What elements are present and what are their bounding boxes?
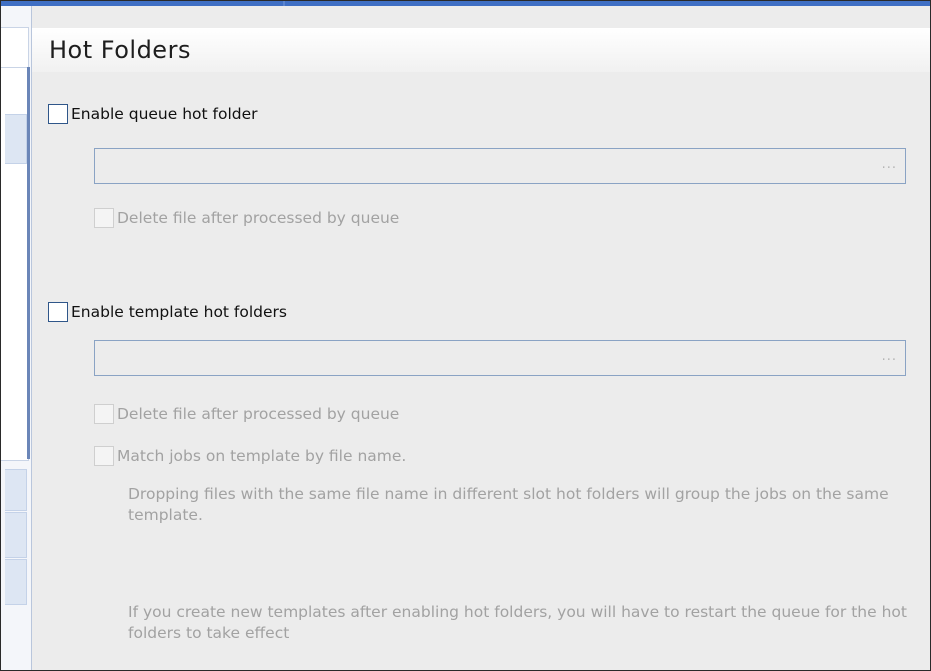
nav-tab[interactable] [5,469,27,511]
nav-tab[interactable] [5,114,27,164]
nav-item[interactable] [1,27,29,69]
template-delete-after-label[interactable]: Delete file after processed by queue [117,405,399,423]
queue-hot-folder-browse-button[interactable]: ... [882,157,897,172]
restart-queue-note: If you create new templates after enabli… [128,603,907,642]
queue-hot-folder-path-field[interactable]: ... [94,148,906,184]
left-navigation-panel [1,6,32,670]
window-frame: Hot Folders Enable queue hot folder ... … [0,0,931,671]
queue-delete-after-row[interactable]: Delete file after processed by queue [94,208,399,228]
match-by-name-row[interactable]: Match jobs on template by file name. [94,446,406,466]
enable-template-hot-folders-checkbox[interactable] [48,302,68,322]
match-by-name-label[interactable]: Match jobs on template by file name. [117,447,406,465]
enable-queue-hot-folder-label[interactable]: Enable queue hot folder [71,105,258,123]
page-title: Hot Folders [49,36,191,64]
nav-tab[interactable] [5,559,27,605]
match-by-name-checkbox[interactable] [94,446,114,466]
enable-queue-hot-folder-row[interactable]: Enable queue hot folder [48,104,258,124]
queue-delete-after-checkbox[interactable] [94,208,114,228]
enable-queue-hot-folder-checkbox[interactable] [48,104,68,124]
queue-delete-after-label[interactable]: Delete file after processed by queue [117,209,399,227]
nav-tab[interactable] [5,512,27,558]
template-delete-after-row[interactable]: Delete file after processed by queue [94,404,399,424]
template-hot-folders-browse-button[interactable]: ... [882,349,897,364]
match-by-name-description: Dropping files with the same file name i… [128,485,889,524]
template-delete-after-checkbox[interactable] [94,404,114,424]
template-hot-folders-path-field[interactable]: ... [94,340,906,376]
hot-folders-panel: Hot Folders Enable queue hot folder ... … [32,6,930,670]
enable-template-hot-folders-row[interactable]: Enable template hot folders [48,302,287,322]
nav-selection-edge [27,67,30,459]
enable-template-hot-folders-label[interactable]: Enable template hot folders [71,303,287,321]
